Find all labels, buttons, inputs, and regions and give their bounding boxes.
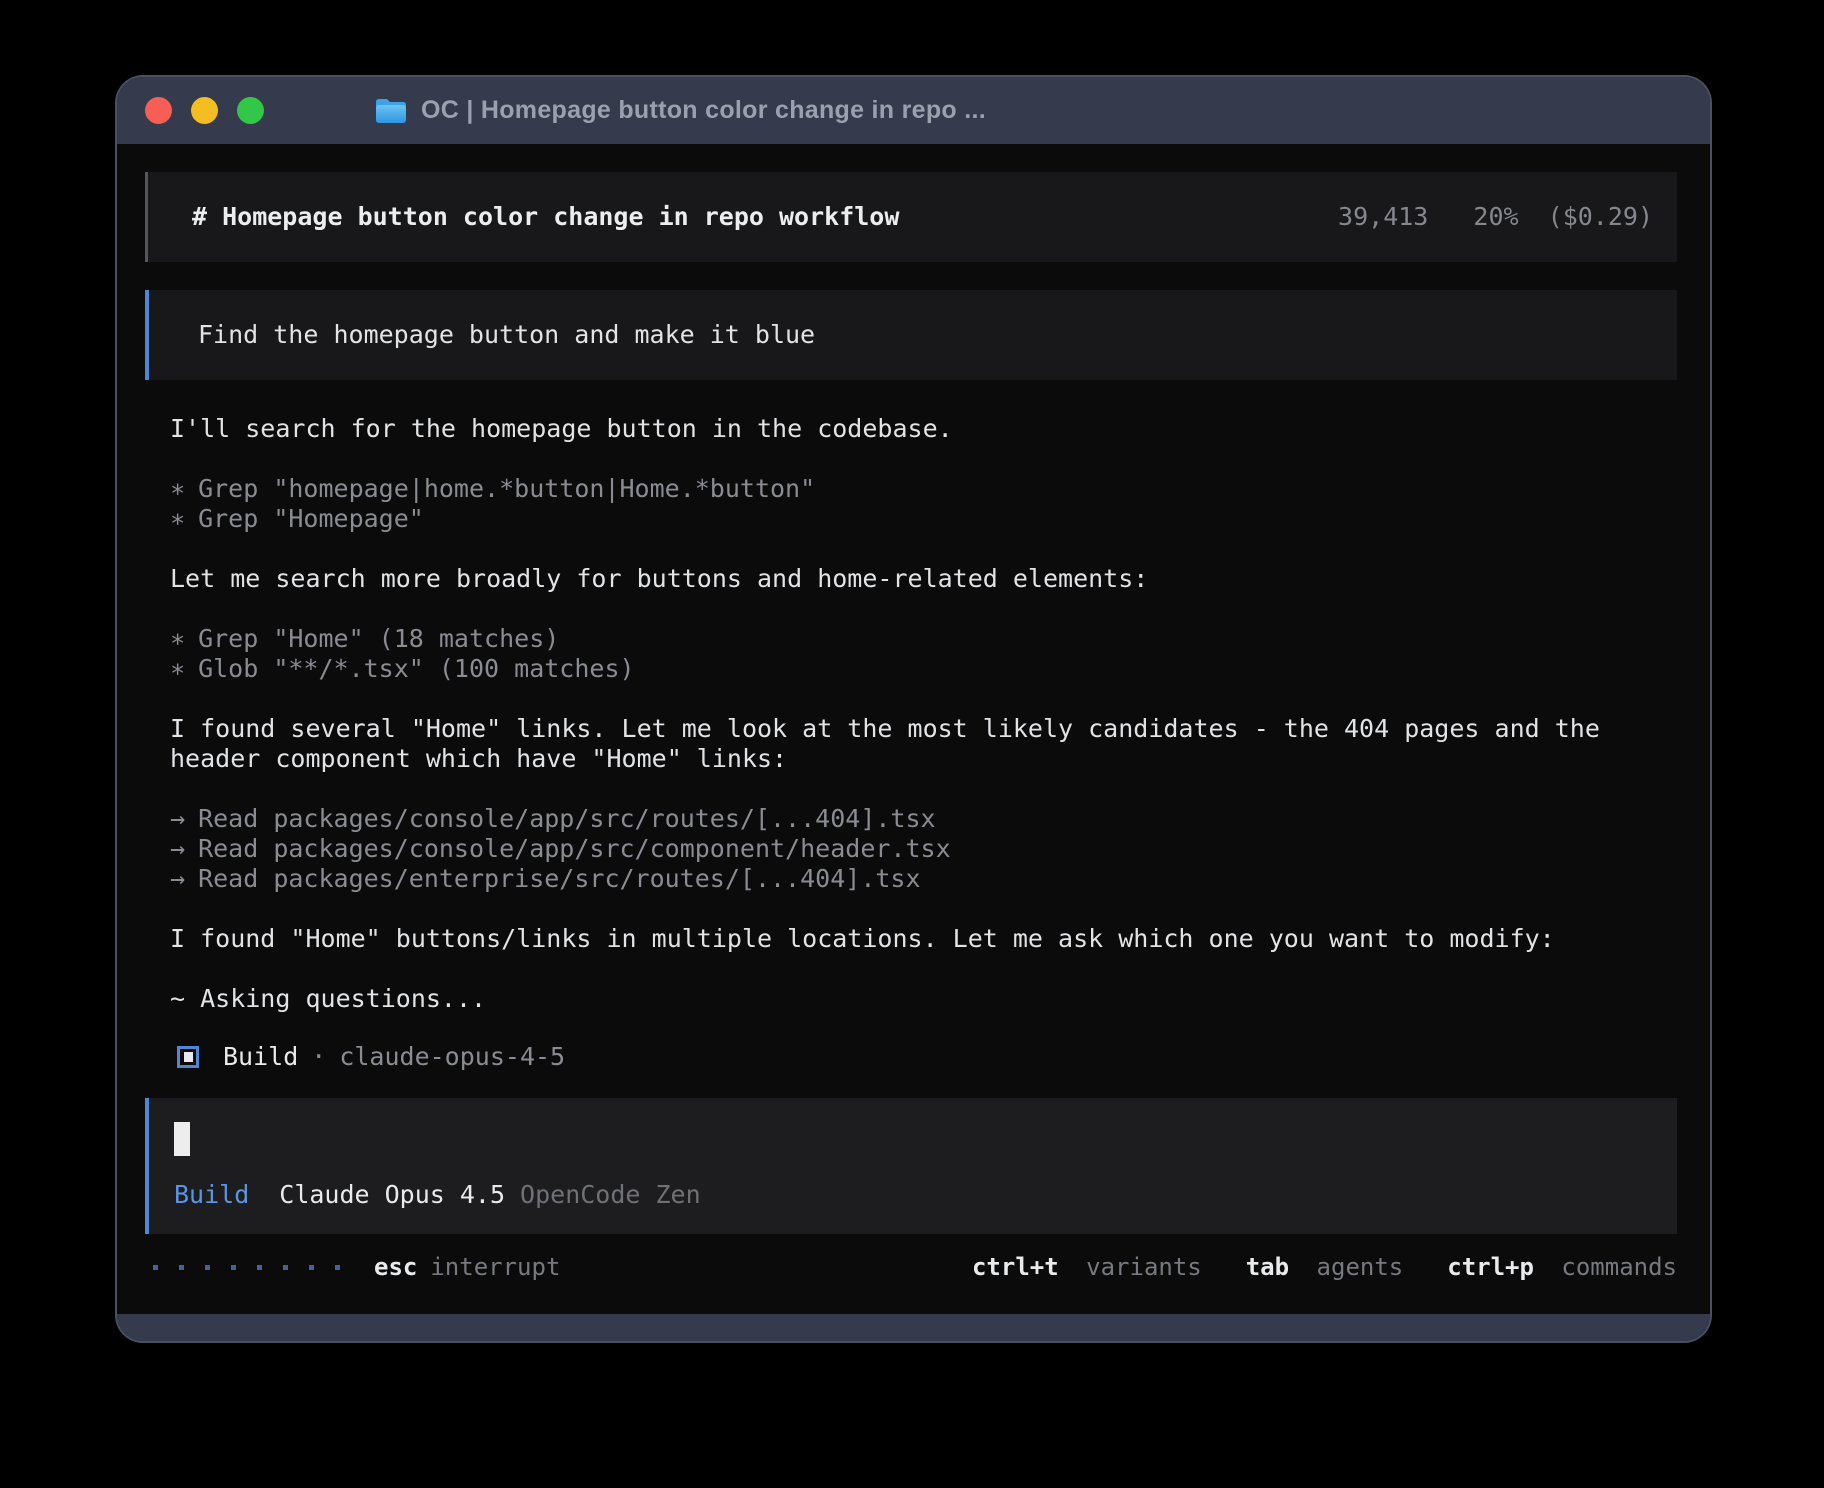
titlebar[interactable]: OC | Homepage button color change in rep… <box>117 77 1710 144</box>
agent-name: Build <box>223 1042 298 1072</box>
tool-call-label: Grep "Homepage" <box>198 504 424 534</box>
terminal-window: OC | Homepage button color change in rep… <box>117 77 1710 1341</box>
shortcut-variants[interactable]: ctrl+t variants <box>972 1252 1202 1282</box>
mode-indicator[interactable]: Build <box>174 1180 249 1210</box>
session-header: # Homepage button color change in repo w… <box>145 172 1677 262</box>
agent-row: Build · claude-opus-4-5 <box>170 1042 1660 1072</box>
tool-call-read: → Read packages/console/app/src/componen… <box>170 834 1660 864</box>
tool-call-label: Grep "Home" (18 matches) <box>198 624 559 654</box>
commands-hint: commands <box>1561 1253 1677 1281</box>
model-indicator[interactable]: Claude Opus 4.5 <box>279 1180 505 1210</box>
window-title: OC | Homepage button color change in rep… <box>421 96 986 125</box>
title-group: OC | Homepage button color change in rep… <box>374 96 986 125</box>
tool-call-label: Read packages/console/app/src/component/… <box>198 834 951 864</box>
shortcut-agents[interactable]: tab agents <box>1246 1252 1404 1282</box>
assistant-text: Let me search more broadly for buttons a… <box>170 564 1660 594</box>
session-stats: 39,413 20% ($0.29) <box>1338 202 1653 232</box>
tool-call-group: ∗ Grep "homepage|home.*button|Home.*butt… <box>170 474 1660 534</box>
working-status: ~ Asking questions... <box>170 984 1660 1014</box>
desktop: OC | Homepage button color change in rep… <box>0 0 1824 1488</box>
traffic-lights <box>145 97 264 124</box>
tool-call-label: Grep "homepage|home.*button|Home.*button… <box>198 474 815 504</box>
text-cursor <box>174 1122 190 1156</box>
session-title: # Homepage button color change in repo w… <box>192 202 899 232</box>
tool-call-grep: ∗ Grep "homepage|home.*button|Home.*butt… <box>170 474 1660 504</box>
ctrl-t-key[interactable]: ctrl+t <box>972 1253 1059 1281</box>
folder-icon <box>374 97 408 125</box>
tool-call-group: ∗ Grep "Home" (18 matches) ∗ Glob "**/*.… <box>170 624 1660 684</box>
input-footer: Build Claude Opus 4.5 OpenCode Zen <box>174 1180 1653 1210</box>
statusbar: esc interrupt ctrl+t variants tab agents… <box>145 1252 1677 1282</box>
dot-separator: · <box>311 1042 326 1072</box>
assistant-text: I found "Home" buttons/links in multiple… <box>170 924 1660 954</box>
esc-key[interactable]: esc <box>374 1252 417 1282</box>
tool-call-glob: ∗ Glob "**/*.tsx" (100 matches) <box>170 654 1660 684</box>
terminal-content: # Homepage button color change in repo w… <box>117 144 1710 1314</box>
tool-call-label: Read packages/console/app/src/routes/[..… <box>198 804 936 834</box>
interrupt-hint: interrupt <box>430 1252 560 1282</box>
user-message-box: Find the homepage button and make it blu… <box>145 290 1677 380</box>
tool-call-label: Glob "**/*.tsx" (100 matches) <box>198 654 635 684</box>
assistant-text: I found several "Home" links. Let me loo… <box>170 714 1660 774</box>
shortcut-commands[interactable]: ctrl+p commands <box>1447 1252 1677 1282</box>
minimize-button[interactable] <box>191 97 218 124</box>
progress-dots-icon <box>153 1265 340 1270</box>
context-percent: 20% <box>1473 202 1518 231</box>
asterisk-icon: ∗ <box>170 654 185 684</box>
tab-key[interactable]: tab <box>1246 1253 1289 1281</box>
agent-model: claude-opus-4-5 <box>339 1042 565 1072</box>
user-message-text: Find the homepage button and make it blu… <box>198 320 815 349</box>
arrow-right-icon: → <box>170 804 185 834</box>
tool-call-grep: ∗ Grep "Homepage" <box>170 504 1660 534</box>
arrow-right-icon: → <box>170 834 185 864</box>
tool-call-grep: ∗ Grep "Home" (18 matches) <box>170 624 1660 654</box>
ctrl-p-key[interactable]: ctrl+p <box>1447 1253 1534 1281</box>
tool-call-label: Read packages/enterprise/src/routes/[...… <box>198 864 920 894</box>
close-button[interactable] <box>145 97 172 124</box>
provider-indicator: OpenCode Zen <box>520 1180 701 1210</box>
assistant-text: I'll search for the homepage button in t… <box>170 414 1660 444</box>
prompt-input[interactable]: Build Claude Opus 4.5 OpenCode Zen <box>145 1098 1677 1234</box>
window-footer <box>117 1314 1710 1341</box>
session-cost: ($0.29) <box>1548 202 1653 231</box>
tool-call-read: → Read packages/console/app/src/routes/[… <box>170 804 1660 834</box>
tool-call-read: → Read packages/enterprise/src/routes/[.… <box>170 864 1660 894</box>
tool-call-group: → Read packages/console/app/src/routes/[… <box>170 804 1660 894</box>
arrow-right-icon: → <box>170 864 185 894</box>
asterisk-icon: ∗ <box>170 474 185 504</box>
agent-build-icon <box>177 1046 199 1068</box>
zoom-button[interactable] <box>237 97 264 124</box>
agents-hint: agents <box>1317 1253 1404 1281</box>
token-count: 39,413 <box>1338 202 1428 231</box>
transcript: I'll search for the homepage button in t… <box>170 414 1660 1072</box>
variants-hint: variants <box>1086 1253 1202 1281</box>
asterisk-icon: ∗ <box>170 624 185 654</box>
asterisk-icon: ∗ <box>170 504 185 534</box>
